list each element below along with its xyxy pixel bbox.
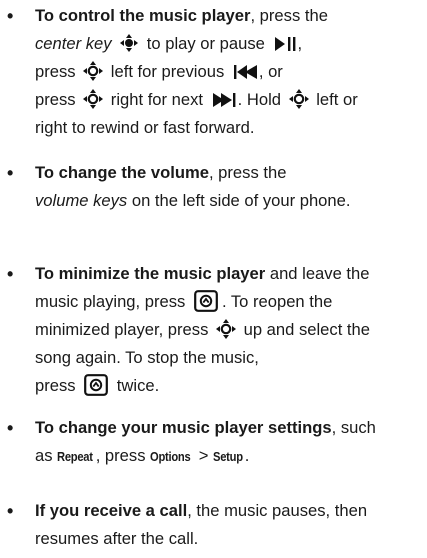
- navigation-key-icon: [83, 89, 104, 109]
- bullet: •: [7, 264, 14, 284]
- item-heading: To change the volume: [35, 163, 209, 182]
- text-line: minimized player, press up and select th…: [35, 319, 370, 339]
- text-line: song again. To stop the music,: [35, 348, 259, 367]
- item-heading: To change your music player settings: [35, 418, 332, 437]
- menu-item-repeat: Repeat: [57, 449, 93, 464]
- end-key-icon: [194, 290, 218, 312]
- text-line: press left for previous , or: [35, 58, 283, 86]
- text-line: music playing, press . To reopen the: [35, 290, 333, 312]
- menu-item-options: Options: [150, 449, 191, 464]
- bullet: •: [7, 501, 14, 521]
- end-key-icon: [84, 374, 109, 396]
- navigation-key-icon: [83, 61, 104, 81]
- text-line: right to rewind or fast forward.: [35, 118, 255, 137]
- text-line: To change your music player settings, su…: [35, 418, 376, 437]
- play-pause-icon: [274, 33, 298, 61]
- bullet: •: [7, 163, 14, 183]
- navigation-key-center-icon: [119, 33, 139, 53]
- text-line: If you receive a call, the music pauses,…: [35, 501, 368, 520]
- key-name: volume keys: [35, 191, 128, 210]
- text-line: To minimize the music player and leave t…: [35, 264, 370, 283]
- navigation-key-icon: [216, 319, 236, 339]
- text-line: center key to play or pause ,: [35, 30, 302, 58]
- text-line: volume keys on the left side of your pho…: [35, 191, 351, 210]
- text-line: press right for next . Hold left or: [35, 86, 358, 114]
- item-heading: If you receive a call: [35, 501, 188, 520]
- text-line: as Repeat, press Options > Setup.: [35, 442, 249, 470]
- text-line: To change the volume, press the: [35, 163, 287, 182]
- key-name: center key: [35, 34, 112, 53]
- text-line: press twice.: [35, 374, 160, 396]
- navigation-key-icon: [288, 89, 309, 109]
- item-heading: To control the music player: [35, 6, 251, 25]
- item-heading: To minimize the music player: [35, 264, 266, 283]
- bullet: •: [7, 6, 14, 26]
- manual-page: • To control the music player, press the…: [0, 0, 427, 558]
- menu-item-setup: Setup: [213, 449, 243, 464]
- previous-track-icon: [233, 61, 259, 89]
- bullet: •: [7, 418, 14, 438]
- text-line: To control the music player, press the: [35, 6, 328, 25]
- next-track-icon: [212, 89, 238, 117]
- text-line: resumes after the call.: [35, 529, 199, 548]
